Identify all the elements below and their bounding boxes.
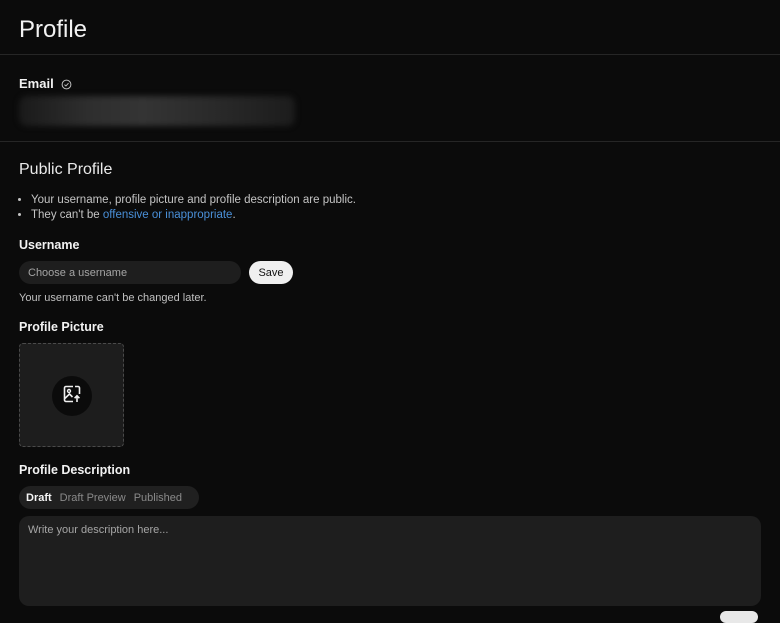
email-value-redacted <box>19 96 295 126</box>
rule-2-prefix: They can't be <box>31 209 103 221</box>
image-upload-icon <box>62 384 82 409</box>
content-policy-link[interactable]: offensive or inappropriate <box>103 209 233 221</box>
public-profile-rules: Your username, profile picture and profi… <box>19 193 356 223</box>
save-username-button[interactable]: Save <box>249 261 293 284</box>
footer-action-button[interactable] <box>720 611 758 623</box>
username-label: Username <box>19 238 80 252</box>
check-circle-icon <box>61 78 72 90</box>
username-hint: Your username can't be changed later. <box>19 292 207 304</box>
profile-description-label: Profile Description <box>19 463 131 477</box>
email-label: Email <box>19 76 54 91</box>
tab-published[interactable]: Published <box>130 492 186 504</box>
description-textarea[interactable] <box>19 516 761 606</box>
email-label-row: Email <box>19 76 72 91</box>
page-header: Profile <box>0 0 780 55</box>
rule-2-suffix: . <box>232 209 236 221</box>
profile-picture-label: Profile Picture <box>19 320 104 334</box>
public-profile-title: Public Profile <box>19 161 113 178</box>
rule-content-policy: They can't be offensive or inappropriate… <box>31 208 356 223</box>
upload-button[interactable] <box>52 376 92 416</box>
tab-draft[interactable]: Draft <box>22 492 56 504</box>
description-tabs: Draft Draft Preview Published <box>19 486 199 509</box>
email-section: Email <box>0 55 780 142</box>
rule-public-info: Your username, profile picture and profi… <box>31 193 356 208</box>
page-title: Profile <box>19 16 88 43</box>
profile-picture-upload[interactable] <box>19 343 124 447</box>
tab-draft-preview[interactable]: Draft Preview <box>56 492 130 504</box>
username-input[interactable] <box>19 261 241 284</box>
